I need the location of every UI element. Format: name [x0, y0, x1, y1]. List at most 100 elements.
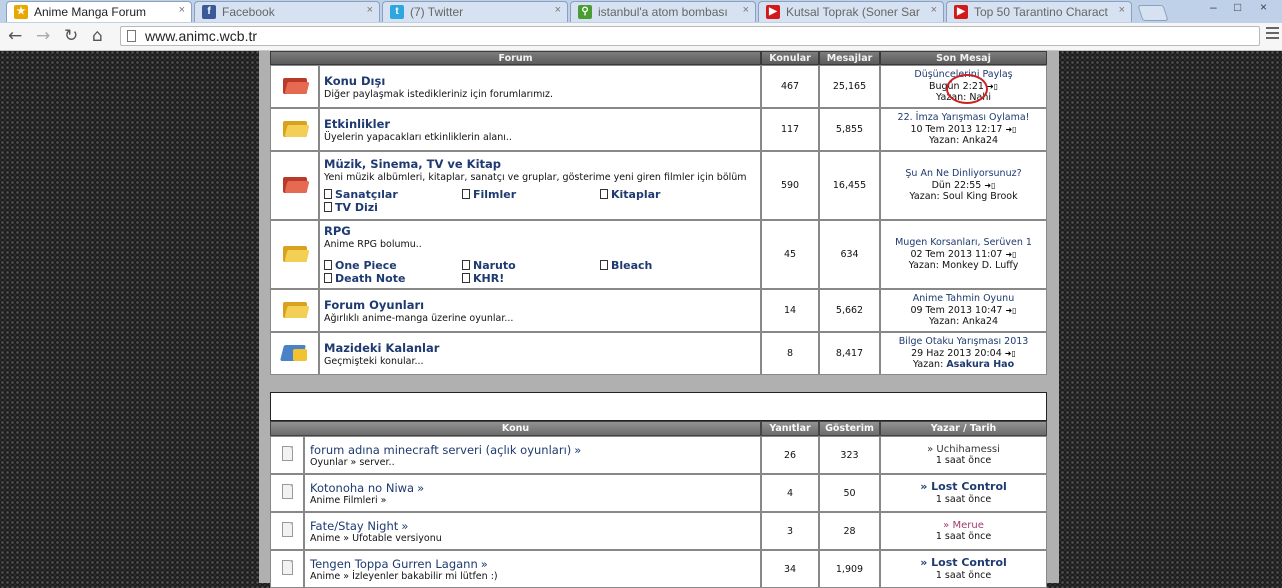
thread-title-link[interactable]: Kotonoha no Niwa [310, 481, 414, 495]
post-time: 1 saat önce [935, 493, 992, 505]
go-to-post-icon[interactable]: ➜▯ [1005, 349, 1016, 358]
last-post-title-link[interactable]: 22. İmza Yarışması Oylama! [882, 112, 1045, 124]
close-tab-icon[interactable]: × [555, 4, 561, 16]
browser-tab-facebook[interactable]: f Facebook × [194, 1, 380, 22]
forum-folder-icon [282, 175, 309, 193]
close-tab-icon[interactable]: × [179, 4, 185, 16]
recent-post-row: Kotonoha no Niwa » Anime Filmleri » 4 50… [270, 474, 1048, 512]
address-bar[interactable]: www.animc.wcb.tr [120, 26, 1260, 46]
subforum-link[interactable]: Bleach [600, 260, 738, 272]
close-tab-icon[interactable]: × [743, 4, 749, 16]
last-post-author[interactable]: Asakura Hao [946, 359, 1014, 370]
go-to-post-icon[interactable]: ➜▯ [1005, 125, 1016, 134]
subforum-list: Sanatçılar Filmler Kitaplar TV Dizi [324, 188, 759, 214]
browser-tab-youtube-2[interactable]: ▶ Top 50 Tarantino Charact × [946, 1, 1132, 22]
reply-count: 3 [761, 512, 819, 550]
subforum-link[interactable]: Death Note [324, 273, 462, 285]
go-to-post-icon[interactable]: ➜▯ [1005, 250, 1016, 259]
browser-tab-youtube-1[interactable]: ▶ Kutsal Toprak (Soner Sarı × [758, 1, 944, 22]
last-post-author[interactable]: Anka24 [962, 135, 998, 146]
page-icon [127, 30, 136, 42]
posts-column-header: Mesajlar [819, 51, 881, 65]
subforum-link[interactable]: Sanatçılar [324, 189, 462, 201]
last-post-title-link[interactable]: Bilge Otaku Yarışması 2013 [882, 336, 1045, 348]
red-annotation-circle [946, 74, 988, 104]
minimize-icon[interactable]: – [1210, 0, 1217, 14]
post-time: 1 saat önce [935, 455, 992, 466]
subforum-link[interactable]: Naruto [462, 260, 600, 272]
topic-count: 590 [761, 151, 820, 220]
forum-description: Diğer paylaşmak istedikleriniz için foru… [324, 88, 554, 100]
last-post-cell: Bilge Otaku Yarışması 2013 29 Haz 2013 2… [880, 332, 1048, 375]
close-tab-icon[interactable]: × [367, 4, 373, 16]
forum-title-link[interactable]: RPG [324, 224, 759, 238]
recent-posts-title: Son Mesajlar [270, 392, 1048, 421]
subforum-link[interactable]: Filmler [462, 189, 600, 201]
post-count: 25,165 [819, 65, 881, 108]
forum-title-link[interactable]: Etkinlikler [324, 117, 759, 131]
subforum-link[interactable]: Kitaplar [600, 189, 738, 201]
forum-page: Forum Konular Mesajlar Son Mesaj Konu Dı… [259, 51, 1059, 588]
last-post-time: Dün 22:55 [931, 179, 982, 191]
last-post-author[interactable]: Monkey D. Luffy [942, 260, 1018, 271]
subforum-doc-icon [324, 260, 332, 270]
url-text: www.animc.wcb.tr [145, 28, 258, 44]
browser-tab-anime-manga-forum[interactable]: ★ Anime Manga Forum × [6, 1, 192, 22]
reload-icon[interactable]: ↻ [64, 26, 78, 46]
post-count: 5,662 [819, 289, 881, 332]
post-count: 16,455 [819, 151, 881, 220]
last-post-title-link[interactable]: Anime Tahmin Oyunu [882, 293, 1045, 305]
new-tab-button[interactable] [1137, 5, 1169, 21]
post-count: 5,855 [819, 108, 881, 151]
menu-icon[interactable] [1266, 27, 1279, 42]
maximize-icon[interactable]: □ [1234, 0, 1241, 14]
topic-count: 117 [761, 108, 820, 151]
subforum-doc-icon [462, 189, 470, 199]
last-post-author[interactable]: Anka24 [962, 316, 998, 327]
thread-icon [281, 560, 293, 575]
post-count: 8,417 [819, 332, 881, 375]
go-to-post-icon[interactable]: ➜▯ [1005, 306, 1016, 315]
reply-count: 34 [761, 550, 819, 588]
go-to-post-icon[interactable]: ➜▯ [984, 181, 995, 190]
forum-description: Geçmişteki konular... [324, 355, 424, 367]
last-post-title-link[interactable]: Mugen Korsanları, Serüven 1 [882, 237, 1045, 249]
forum-title-link[interactable]: Konu Dışı [324, 74, 759, 88]
topic-column-header: Konu [270, 421, 761, 436]
home-icon[interactable]: ⌂ [92, 26, 103, 46]
tab-label: istanbul'a atom bombası [598, 5, 728, 19]
post-author[interactable]: Lost Control [931, 480, 1007, 493]
views-column-header: Gösterim [819, 421, 880, 436]
subforum-link[interactable]: TV Dizi [324, 202, 462, 214]
author-date-column-header: Yazar / Tarih [880, 421, 1048, 436]
thread-title-link[interactable]: Fate/Stay Night [310, 519, 398, 533]
recent-post-row: Tengen Toppa Gurren Lagann » Anime » İzl… [270, 550, 1048, 588]
forum-title-link[interactable]: Müzik, Sinema, TV ve Kitap [324, 157, 759, 171]
close-window-icon[interactable]: × [1260, 0, 1267, 14]
thread-icon [281, 484, 293, 499]
last-post-author[interactable]: Soul King Brook [943, 191, 1018, 202]
topic-count: 45 [761, 220, 820, 289]
go-to-post-icon[interactable]: ➜▯ [987, 82, 998, 91]
browser-tab-search[interactable]: ⚲ istanbul'a atom bombası × [570, 1, 756, 22]
forum-row: Konu Dışı Diğer paylaşmak istedikleriniz… [270, 65, 1048, 108]
thread-title-link[interactable]: Tengen Toppa Gurren Lagann [310, 557, 478, 571]
thread-title-link[interactable]: forum adına minecraft serveri (açlık oyu… [310, 443, 571, 457]
thread-icon [281, 446, 293, 461]
close-tab-icon[interactable]: × [1119, 4, 1125, 16]
back-arrow-icon[interactable]: ← [8, 26, 22, 46]
forum-title-link[interactable]: Mazideki Kalanlar [324, 341, 759, 355]
post-author[interactable]: Merue [952, 520, 983, 531]
forum-title-link[interactable]: Forum Oyunları [324, 298, 759, 312]
subforum-link[interactable]: KHR! [462, 273, 600, 285]
post-author[interactable]: Uchihamessi [936, 444, 1000, 455]
view-count: 1,909 [819, 550, 880, 588]
tab-label: Anime Manga Forum [34, 5, 147, 19]
subforum-link[interactable]: One Piece [324, 260, 462, 272]
post-author[interactable]: Lost Control [931, 556, 1007, 569]
forward-arrow-icon[interactable]: → [36, 26, 50, 46]
browser-tab-twitter[interactable]: t (7) Twitter × [382, 1, 568, 22]
forum-row: Mazideki Kalanlar Geçmişteki konular... … [270, 332, 1048, 375]
close-tab-icon[interactable]: × [931, 4, 937, 16]
last-post-title-link[interactable]: Şu An Ne Dinliyorsunuz? [882, 168, 1045, 180]
